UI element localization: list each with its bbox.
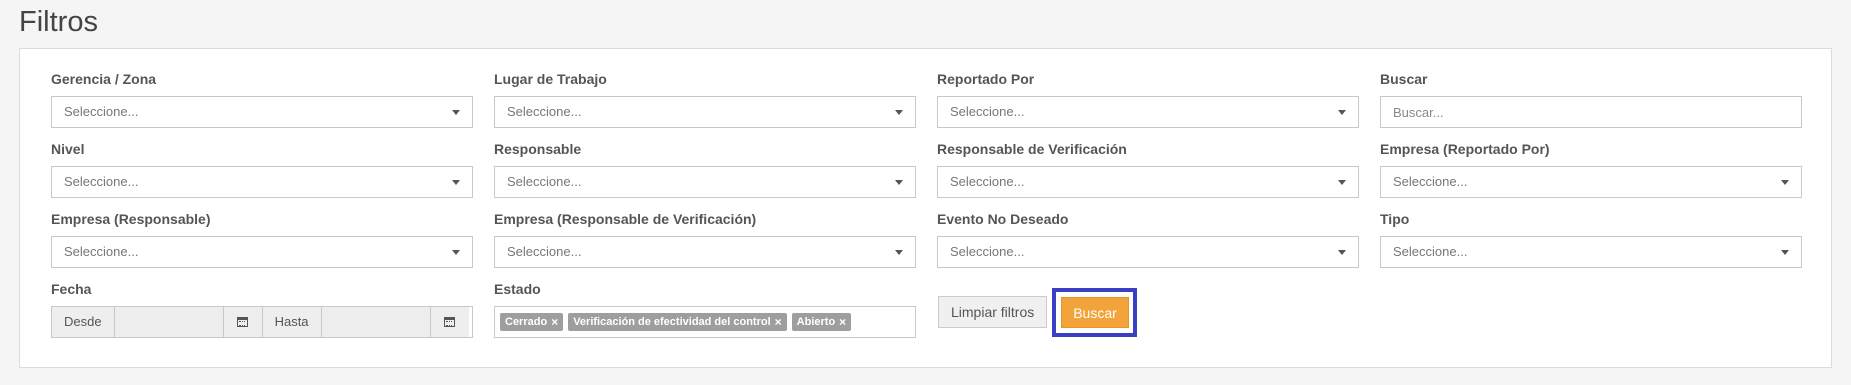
remove-tag-icon[interactable]: × bbox=[839, 313, 846, 331]
resp-verificacion-label: Responsable de Verificación bbox=[937, 141, 1127, 157]
evento-label: Evento No Deseado bbox=[937, 211, 1069, 227]
calendar-icon bbox=[237, 317, 249, 327]
nivel-filter: Nivel Seleccione... bbox=[51, 140, 473, 198]
empresa-resp-verif-label: Empresa (Responsable de Verificación) bbox=[494, 211, 757, 227]
nivel-value: Seleccione... bbox=[64, 174, 139, 189]
hasta-calendar-button[interactable] bbox=[430, 307, 469, 337]
empresa-reportado-label: Empresa (Reportado Por) bbox=[1380, 141, 1550, 157]
tag-label: Verificación de efectividad del control bbox=[573, 316, 771, 328]
hasta-input[interactable] bbox=[321, 307, 431, 337]
gerencia-select[interactable]: Seleccione... bbox=[51, 96, 473, 128]
evento-value: Seleccione... bbox=[950, 244, 1025, 259]
estado-tag: Cerrado × bbox=[500, 313, 564, 331]
empresa-reportado-value: Seleccione... bbox=[1393, 174, 1468, 189]
caret-down-icon bbox=[895, 180, 903, 185]
resp-verificacion-filter: Responsable de Verificación Seleccione..… bbox=[937, 140, 1359, 198]
lugar-value: Seleccione... bbox=[507, 104, 582, 119]
tipo-label: Tipo bbox=[1380, 211, 1410, 227]
estado-label: Estado bbox=[494, 281, 541, 297]
lugar-filter: Lugar de Trabajo Seleccione... bbox=[494, 70, 916, 128]
search-input[interactable] bbox=[1380, 96, 1802, 128]
empresa-responsable-value: Seleccione... bbox=[64, 244, 139, 259]
estado-filter: Estado Cerrado × Verificación de efectiv… bbox=[494, 280, 916, 338]
caret-down-icon bbox=[1338, 250, 1346, 255]
desde-label: Desde bbox=[52, 307, 115, 337]
buscar-filter: Buscar bbox=[1380, 70, 1802, 128]
reportado-value: Seleccione... bbox=[950, 104, 1025, 119]
empresa-responsable-select[interactable]: Seleccione... bbox=[51, 236, 473, 268]
gerencia-label: Gerencia / Zona bbox=[51, 71, 157, 87]
evento-select[interactable]: Seleccione... bbox=[937, 236, 1359, 268]
caret-down-icon bbox=[895, 110, 903, 115]
remove-tag-icon[interactable]: × bbox=[551, 313, 558, 331]
empresa-resp-verif-select[interactable]: Seleccione... bbox=[494, 236, 916, 268]
caret-down-icon bbox=[1781, 250, 1789, 255]
caret-down-icon bbox=[895, 250, 903, 255]
empresa-resp-verif-filter: Empresa (Responsable de Verificación) Se… bbox=[494, 210, 916, 268]
estado-tag: Abierto × bbox=[791, 313, 852, 331]
reportado-label: Reportado Por bbox=[937, 71, 1035, 87]
empresa-reportado-filter: Empresa (Reportado Por) Seleccione... bbox=[1380, 140, 1802, 198]
hasta-label: Hasta bbox=[262, 307, 322, 337]
resp-verificacion-value: Seleccione... bbox=[950, 174, 1025, 189]
nivel-select[interactable]: Seleccione... bbox=[51, 166, 473, 198]
gerencia-filter: Gerencia / Zona Seleccione... bbox=[51, 70, 473, 128]
fecha-filter: Fecha Desde Hasta bbox=[51, 280, 473, 338]
evento-filter: Evento No Deseado Seleccione... bbox=[937, 210, 1359, 268]
empresa-responsable-label: Empresa (Responsable) bbox=[51, 211, 211, 227]
responsable-value: Seleccione... bbox=[507, 174, 582, 189]
tipo-filter: Tipo Seleccione... bbox=[1380, 210, 1802, 268]
tipo-select[interactable]: Seleccione... bbox=[1380, 236, 1802, 268]
caret-down-icon bbox=[452, 180, 460, 185]
caret-down-icon bbox=[1781, 180, 1789, 185]
caret-down-icon bbox=[1338, 110, 1346, 115]
tag-label: Cerrado bbox=[505, 316, 548, 328]
page-title: Filtros bbox=[19, 6, 98, 38]
lugar-select[interactable]: Seleccione... bbox=[494, 96, 916, 128]
date-range: Desde Hasta bbox=[51, 306, 473, 338]
empresa-resp-verif-value: Seleccione... bbox=[507, 244, 582, 259]
search-button[interactable]: Buscar bbox=[1061, 297, 1129, 328]
gerencia-value: Seleccione... bbox=[64, 104, 139, 119]
remove-tag-icon[interactable]: × bbox=[775, 313, 782, 331]
tipo-value: Seleccione... bbox=[1393, 244, 1468, 259]
estado-multiselect[interactable]: Cerrado × Verificación de efectividad de… bbox=[494, 306, 916, 338]
empresa-responsable-filter: Empresa (Responsable) Seleccione... bbox=[51, 210, 473, 268]
responsable-filter: Responsable Seleccione... bbox=[494, 140, 916, 198]
nivel-label: Nivel bbox=[51, 141, 85, 157]
caret-down-icon bbox=[452, 110, 460, 115]
lugar-label: Lugar de Trabajo bbox=[494, 71, 607, 87]
responsable-label: Responsable bbox=[494, 141, 582, 157]
reportado-select[interactable]: Seleccione... bbox=[937, 96, 1359, 128]
clear-filters-button[interactable]: Limpiar filtros bbox=[938, 296, 1048, 328]
desde-calendar-button[interactable] bbox=[223, 307, 263, 337]
caret-down-icon bbox=[1338, 180, 1346, 185]
tag-label: Abierto bbox=[796, 316, 836, 328]
responsable-select[interactable]: Seleccione... bbox=[494, 166, 916, 198]
calendar-icon bbox=[444, 317, 456, 327]
empresa-reportado-select[interactable]: Seleccione... bbox=[1380, 166, 1802, 198]
caret-down-icon bbox=[452, 250, 460, 255]
estado-tag: Verificación de efectividad del control … bbox=[568, 313, 787, 331]
desde-input[interactable] bbox=[114, 307, 224, 337]
fecha-label: Fecha bbox=[51, 281, 92, 297]
resp-verificacion-select[interactable]: Seleccione... bbox=[937, 166, 1359, 198]
reportado-filter: Reportado Por Seleccione... bbox=[937, 70, 1359, 128]
buscar-label: Buscar bbox=[1380, 71, 1428, 87]
